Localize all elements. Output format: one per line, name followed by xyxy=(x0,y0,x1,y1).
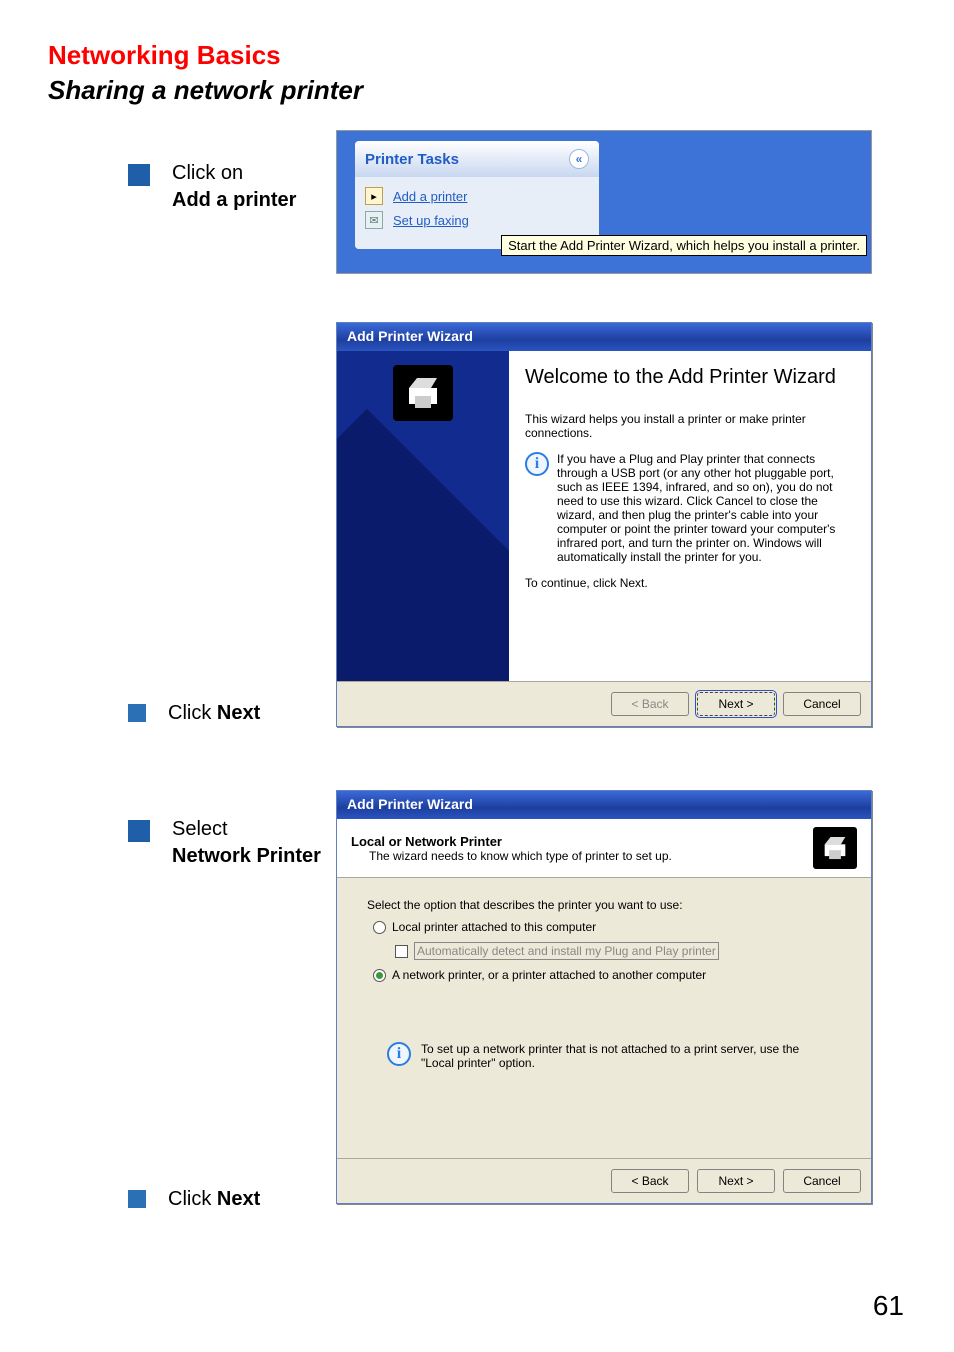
next-button[interactable]: Next > xyxy=(697,692,775,716)
printer-tasks-title: Printer Tasks xyxy=(365,151,459,168)
task-row-add-printer: ▸ Add a printer xyxy=(365,187,589,205)
wizard-info-row: i To set up a network printer that is no… xyxy=(387,1042,807,1070)
bullet-icon xyxy=(128,1190,146,1208)
wizard-body-text: This wizard helps you install a printer … xyxy=(525,412,855,440)
wizard-prompt: Select the option that describes the pri… xyxy=(367,898,841,912)
tooltip-add-printer: Start the Add Printer Wizard, which help… xyxy=(501,235,867,256)
back-button[interactable]: < Back xyxy=(611,1169,689,1193)
wizard-footer: < Back Next > Cancel xyxy=(337,1158,871,1203)
radio-local-printer[interactable]: Local printer attached to this computer xyxy=(373,920,841,934)
wizard-continue-text: To continue, click Next. xyxy=(525,576,855,590)
radio-icon xyxy=(373,969,386,982)
page-title-sub: Sharing a network printer xyxy=(48,75,906,106)
bullet-text-pre: Click xyxy=(168,702,217,724)
info-icon: i xyxy=(525,452,549,476)
printer-icon xyxy=(813,827,857,869)
bullet-icon xyxy=(128,704,146,722)
wizard-body: Select the option that describes the pri… xyxy=(337,878,871,1158)
bullet-text-pre: Click xyxy=(168,1188,217,1210)
info-icon: i xyxy=(387,1042,411,1066)
cancel-button[interactable]: Cancel xyxy=(783,1169,861,1193)
back-button: < Back xyxy=(611,692,689,716)
fax-icon: ✉ xyxy=(365,211,383,229)
cancel-button[interactable]: Cancel xyxy=(783,692,861,716)
add-printer-wizard-welcome: Add Printer Wizard Welcome to the Add Pr… xyxy=(336,322,872,727)
instruction-step: Click Next xyxy=(168,700,260,727)
add-printer-icon: ▸ xyxy=(365,187,383,205)
radio-label: A network printer, or a printer attached… xyxy=(392,968,706,982)
wizard-sidebar-graphic xyxy=(337,351,509,681)
checkbox-label: Automatically detect and install my Plug… xyxy=(414,942,719,960)
bullet-icon xyxy=(128,164,150,186)
instruction-step: Click on Add a printer xyxy=(172,160,296,214)
printer-tasks-panel: Printer Tasks « ▸ Add a printer ✉ Set up… xyxy=(336,130,872,274)
collapse-button[interactable]: « xyxy=(569,149,589,169)
checkbox-autodetect: Automatically detect and install my Plug… xyxy=(395,942,841,960)
page-title-red: Networking Basics xyxy=(48,40,906,71)
wizard-footer: < Back Next > Cancel xyxy=(337,681,871,726)
bullet-text-bold: Network Printer xyxy=(172,845,321,867)
printer-tasks-header: Printer Tasks « xyxy=(355,141,599,177)
task-row-setup-faxing: ✉ Set up faxing xyxy=(365,211,589,229)
wizard-info-text: If you have a Plug and Play printer that… xyxy=(557,452,855,564)
next-button[interactable]: Next > xyxy=(697,1169,775,1193)
wizard-subheader: Local or Network Printer The wizard need… xyxy=(337,819,871,878)
bullet-text-bold: Add a printer xyxy=(172,189,296,211)
wizard-titlebar: Add Printer Wizard xyxy=(337,323,871,351)
instruction-step: Select Network Printer xyxy=(172,816,321,870)
checkbox-icon xyxy=(395,945,408,958)
radio-label: Local printer attached to this computer xyxy=(392,920,596,934)
chevron-up-icon: « xyxy=(576,152,583,166)
wizard-heading: Welcome to the Add Printer Wizard xyxy=(525,365,855,390)
bullet-text-pre: Click on xyxy=(172,162,243,184)
add-printer-wizard-type: Add Printer Wizard Local or Network Prin… xyxy=(336,790,872,1204)
wizard-titlebar: Add Printer Wizard xyxy=(337,791,871,819)
radio-icon xyxy=(373,921,386,934)
wizard-subheader-title: Local or Network Printer xyxy=(351,834,502,849)
bullet-text-pre: Select xyxy=(172,818,228,840)
page-number: 61 xyxy=(873,1290,904,1322)
printer-tasks-card: Printer Tasks « ▸ Add a printer ✉ Set up… xyxy=(355,141,599,249)
bullet-text-bold: Next xyxy=(217,1188,260,1210)
instruction-step: Click Next xyxy=(168,1186,260,1213)
bullet-icon xyxy=(128,820,150,842)
wizard-main-content: Welcome to the Add Printer Wizard This w… xyxy=(509,351,871,681)
printer-icon xyxy=(393,365,453,421)
setup-faxing-link[interactable]: Set up faxing xyxy=(393,213,469,228)
bullet-text-bold: Next xyxy=(217,702,260,724)
wizard-subheader-sub: The wizard needs to know which type of p… xyxy=(369,849,672,863)
radio-network-printer[interactable]: A network printer, or a printer attached… xyxy=(373,968,841,982)
wizard-info-text: To set up a network printer that is not … xyxy=(421,1042,807,1070)
wizard-info-row: i If you have a Plug and Play printer th… xyxy=(525,452,855,564)
add-printer-link[interactable]: Add a printer xyxy=(393,189,467,204)
